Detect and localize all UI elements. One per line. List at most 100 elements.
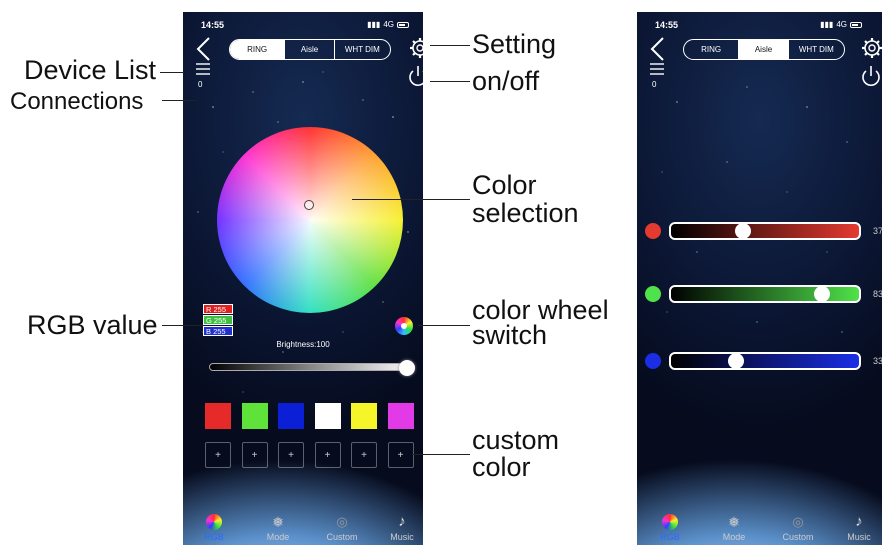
- preset-color-swatch[interactable]: [205, 403, 231, 429]
- green-channel-slider[interactable]: [669, 285, 861, 303]
- leader-color-selection: [352, 199, 470, 200]
- blue-channel-value: 33: [873, 356, 882, 366]
- callout-color-selection-line1: Color: [472, 170, 537, 200]
- rgb-green-value: G 255: [203, 315, 233, 325]
- nav-music[interactable]: ♪ Music: [377, 513, 423, 543]
- custom-icon: ◎: [336, 514, 348, 529]
- leader-connections: [162, 100, 196, 101]
- preset-color-swatch[interactable]: [314, 403, 341, 429]
- blue-channel-indicator: [645, 353, 661, 369]
- leader-rgb-value: [162, 325, 204, 326]
- power-icon[interactable]: [860, 64, 882, 88]
- color-palette-icon: [662, 514, 678, 530]
- mode-icon: ❅: [728, 514, 740, 530]
- tab-wht-dim[interactable]: WHT DIM: [787, 40, 844, 59]
- preset-color-swatch[interactable]: [278, 403, 304, 429]
- connection-count: 0: [198, 80, 203, 89]
- nav-custom-label: Custom: [326, 532, 358, 542]
- leader-color-wheel-switch: [418, 325, 470, 326]
- green-channel-indicator: [645, 286, 661, 302]
- custom-color-slot[interactable]: +: [278, 442, 304, 468]
- custom-color-slot[interactable]: +: [205, 442, 231, 468]
- custom-color-slot[interactable]: +: [387, 442, 414, 468]
- color-wheel-cursor[interactable]: [304, 200, 314, 210]
- blue-channel-slider[interactable]: [669, 352, 861, 370]
- preset-color-swatch[interactable]: [351, 403, 377, 429]
- gear-icon[interactable]: [861, 37, 882, 59]
- status-indicators: ▮▮▮ 4G: [820, 20, 862, 29]
- brightness-slider-handle[interactable]: [399, 360, 415, 376]
- callout-connections: Connections: [10, 88, 144, 115]
- device-list-icon[interactable]: [195, 62, 211, 78]
- starfield: [661, 86, 848, 333]
- rgb-red-value: R 255: [203, 304, 233, 314]
- color-wheel[interactable]: [217, 127, 403, 313]
- nav-music-label: Music: [847, 532, 871, 542]
- nav-music[interactable]: ♪ Music: [834, 513, 882, 543]
- nav-custom-label: Custom: [782, 532, 814, 542]
- callout-device-list: Device List: [24, 55, 157, 85]
- preset-color-swatch[interactable]: [387, 403, 414, 429]
- mode-tabs: RING Aisle WHT DIM: [683, 39, 845, 60]
- custom-color-slot[interactable]: +: [241, 442, 268, 468]
- nav-rgb[interactable]: RGB: [189, 514, 239, 542]
- rgb-blue-value: B 255: [203, 326, 233, 336]
- signal-icon: ▮▮▮: [820, 20, 834, 29]
- callout-on-off: on/off: [472, 66, 540, 96]
- nav-rgb[interactable]: RGB: [645, 514, 695, 542]
- nav-custom[interactable]: ◎ Custom: [773, 514, 823, 542]
- back-arrow-icon[interactable]: [193, 36, 215, 62]
- tab-aisle[interactable]: Aisle: [284, 40, 333, 59]
- custom-color-slot[interactable]: +: [314, 442, 341, 468]
- tab-ring[interactable]: RING: [230, 40, 285, 59]
- nav-mode[interactable]: ❅ Mode: [253, 514, 303, 542]
- nav-mode-label: Mode: [722, 532, 746, 542]
- nav-rgb-label: RGB: [204, 532, 224, 542]
- nav-rgb-label: RGB: [660, 532, 680, 542]
- device-list-icon[interactable]: [649, 62, 665, 78]
- callout-rgb-value: RGB value: [27, 310, 158, 340]
- preset-color-swatch[interactable]: [241, 403, 268, 429]
- gear-icon[interactable]: [409, 37, 423, 59]
- tab-ring[interactable]: RING: [684, 40, 738, 59]
- status-indicators: ▮▮▮ 4G: [367, 20, 409, 29]
- red-channel-value: 37: [873, 226, 882, 236]
- music-note-icon: ♪: [855, 513, 863, 530]
- callout-custom-color-line1: custom: [472, 425, 560, 455]
- brightness-slider[interactable]: [209, 363, 415, 371]
- red-channel-handle[interactable]: [734, 223, 751, 239]
- rgb-value-box: R 255 G 255 B 255: [203, 304, 233, 337]
- mode-icon: ❅: [272, 514, 284, 530]
- signal-icon: ▮▮▮: [367, 20, 381, 29]
- nav-mode-label: Mode: [266, 532, 290, 542]
- leader-custom-color: [412, 454, 470, 455]
- battery-icon: [397, 21, 409, 28]
- callout-color-wheel-switch-line2: switch: [472, 320, 548, 350]
- left-phone-screen: 14:55 ▮▮▮ 4G RING Aisle WHT DIM 0 R 255 …: [183, 12, 423, 545]
- nav-mode[interactable]: ❅ Mode: [709, 514, 759, 542]
- tab-wht-dim[interactable]: WHT DIM: [333, 40, 390, 59]
- bottom-nav: RGB ❅ Mode ◎ Custom ♪ Music: [183, 505, 423, 545]
- custom-color-slot[interactable]: +: [351, 442, 377, 468]
- custom-icon: ◎: [792, 514, 804, 529]
- green-channel-handle[interactable]: [813, 286, 830, 302]
- back-arrow-icon[interactable]: [647, 36, 669, 62]
- network-type: 4G: [383, 20, 394, 29]
- network-type: 4G: [836, 20, 847, 29]
- bottom-nav: RGB ❅ Mode ◎ Custom ♪ Music: [637, 505, 882, 545]
- brightness-label: Brightness:100: [276, 340, 330, 349]
- green-channel-value: 83: [873, 289, 882, 299]
- nav-music-label: Music: [390, 532, 414, 542]
- power-icon[interactable]: [407, 64, 423, 88]
- red-channel-slider[interactable]: [669, 222, 861, 240]
- color-wheel-switch-icon[interactable]: [395, 317, 413, 335]
- music-note-icon: ♪: [398, 513, 406, 530]
- nav-custom[interactable]: ◎ Custom: [317, 514, 367, 542]
- right-phone-screen: 14:55 ▮▮▮ 4G RING Aisle WHT DIM 0 37 83 …: [637, 12, 882, 545]
- status-time: 14:55: [655, 20, 679, 30]
- callout-color-selection-line2: selection: [472, 198, 579, 228]
- blue-channel-handle[interactable]: [727, 353, 744, 369]
- leader-setting: [430, 45, 470, 46]
- callout-setting: Setting: [472, 29, 557, 59]
- tab-aisle[interactable]: Aisle: [738, 40, 788, 59]
